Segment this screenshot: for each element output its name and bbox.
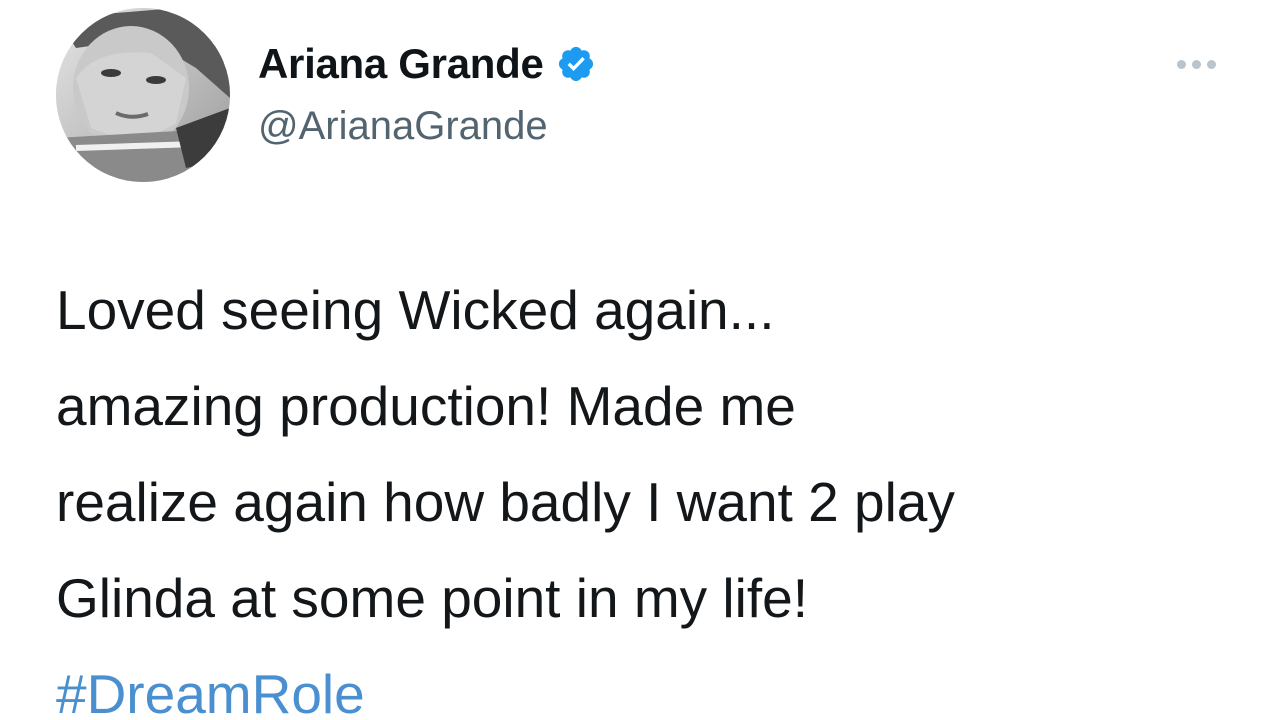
tweet-text-line: Glinda at some point in my life! <box>56 567 809 629</box>
author-display-name[interactable]: Ariana Grande <box>258 40 544 88</box>
avatar[interactable] <box>56 8 230 182</box>
verified-badge-icon <box>556 44 596 84</box>
tweet-text-line: amazing production! Made me <box>56 375 796 437</box>
tweet-card: Ariana Grande @ArianaGrande Loved seeing… <box>0 0 1280 720</box>
author-name-row: Ariana Grande <box>258 40 596 88</box>
author-handle[interactable]: @ArianaGrande <box>258 104 548 149</box>
tweet-text-line: realize again how badly I want 2 play <box>56 471 955 533</box>
more-options-icon <box>1176 59 1186 69</box>
profile-photo-icon <box>56 8 230 182</box>
tweet-text: Loved seeing Wicked again... amazing pro… <box>56 262 1256 720</box>
more-options-button[interactable] <box>1168 50 1224 78</box>
hashtag-link[interactable]: #DreamRole <box>56 646 1256 720</box>
tweet-text-line: Loved seeing Wicked again... <box>56 279 775 341</box>
more-options-icon-dot <box>1206 59 1216 69</box>
more-options-icon-dot <box>1191 59 1201 69</box>
